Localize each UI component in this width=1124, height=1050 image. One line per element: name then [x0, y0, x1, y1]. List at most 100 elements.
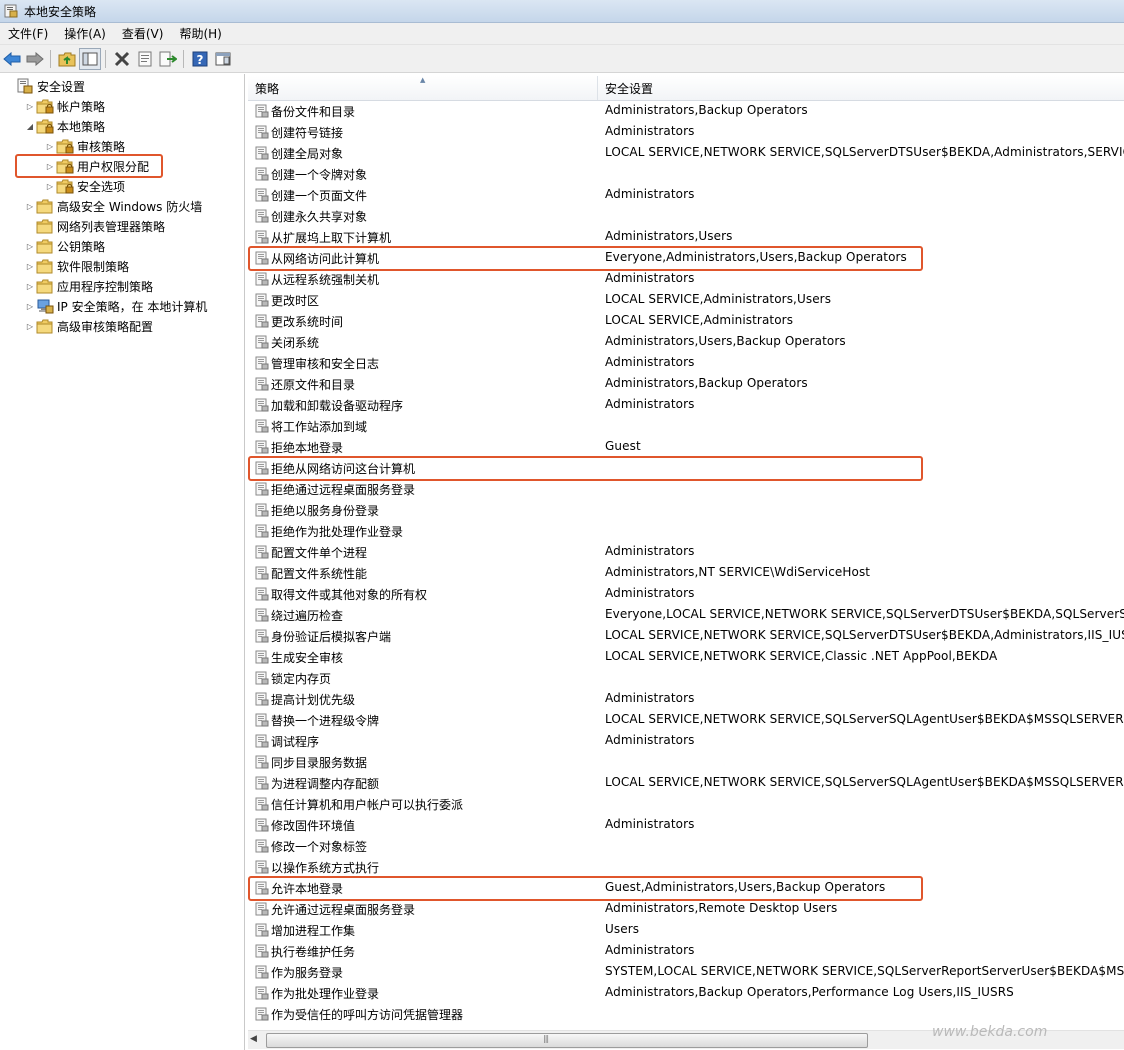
- policy-row[interactable]: 修改固件环境值 Administrators: [248, 815, 1124, 836]
- policy-name: 备份文件和目录: [271, 105, 356, 119]
- expand-arrow-icon[interactable]: ▷: [24, 322, 36, 331]
- up-folder-icon[interactable]: [56, 48, 78, 70]
- scroll-left-icon[interactable]: ◀: [250, 1034, 257, 1044]
- policy-name: 信任计算机和用户帐户可以执行委派: [271, 798, 464, 812]
- policy-row[interactable]: 同步目录服务数据: [248, 752, 1124, 773]
- policy-row[interactable]: 允许本地登录 Guest,Administrators,Users,Backup …: [248, 878, 1124, 899]
- tree-item[interactable]: 网络列表管理器策略: [24, 216, 165, 236]
- policy-row[interactable]: 将工作站添加到域: [248, 416, 1124, 437]
- policy-row[interactable]: 从扩展坞上取下计算机 Administrators,Users: [248, 227, 1124, 248]
- back-icon[interactable]: [1, 48, 23, 70]
- help-icon[interactable]: ?: [189, 48, 211, 70]
- policy-row[interactable]: 更改系统时间 LOCAL SERVICE,Administrators: [248, 311, 1124, 332]
- tree-item[interactable]: ▷ 安全选项: [44, 176, 125, 196]
- policy-row[interactable]: 取得文件或其他对象的所有权 Administrators: [248, 584, 1124, 605]
- policy-row[interactable]: 拒绝以服务身份登录: [248, 500, 1124, 521]
- policy-item-icon: [255, 734, 269, 748]
- menu-action[interactable]: 操作(A): [56, 25, 114, 42]
- policy-row[interactable]: 修改一个对象标签: [248, 836, 1124, 857]
- ip-security-icon: [36, 298, 54, 314]
- tree-item[interactable]: ▷ 应用程序控制策略: [24, 276, 153, 296]
- expand-arrow-icon[interactable]: ▷: [24, 102, 36, 111]
- tree-item-label: 审核策略: [77, 139, 126, 154]
- expand-arrow-icon[interactable]: ▷: [24, 202, 36, 211]
- policy-item-icon: [255, 398, 269, 412]
- policy-row[interactable]: 以操作系统方式执行: [248, 857, 1124, 878]
- policy-row[interactable]: 替换一个进程级令牌 LOCAL SERVICE,NETWORK SERVICE,S…: [248, 710, 1124, 731]
- policy-item-icon: [255, 860, 269, 874]
- policy-row[interactable]: 配置文件单个进程 Administrators: [248, 542, 1124, 563]
- export-icon[interactable]: [157, 48, 179, 70]
- forward-icon[interactable]: [24, 48, 46, 70]
- policy-row[interactable]: 锁定内存页: [248, 668, 1124, 689]
- policy-row[interactable]: 生成安全审核 LOCAL SERVICE,NETWORK SERVICE,Clas…: [248, 647, 1124, 668]
- policy-row[interactable]: 创建符号链接 Administrators: [248, 122, 1124, 143]
- policy-setting-value: Administrators: [605, 187, 695, 201]
- policy-item-icon: [255, 377, 269, 391]
- tree-item[interactable]: ▷ 高级审核策略配置: [24, 316, 153, 336]
- menu-help[interactable]: 帮助(H): [171, 25, 229, 42]
- policy-row[interactable]: 为进程调整内存配额 LOCAL SERVICE,NETWORK SERVICE,S…: [248, 773, 1124, 794]
- policy-row[interactable]: 作为批处理作业登录 Administrators,Backup Operators…: [248, 983, 1124, 1004]
- policy-row[interactable]: 创建永久共享对象: [248, 206, 1124, 227]
- policy-setting-value: LOCAL SERVICE,NETWORK SERVICE,SQLServerD…: [605, 145, 1124, 159]
- policy-row[interactable]: 创建全局对象 LOCAL SERVICE,NETWORK SERVICE,SQLS…: [248, 143, 1124, 164]
- expand-arrow-icon[interactable]: ▷: [44, 142, 56, 151]
- policy-row[interactable]: 从远程系统强制关机 Administrators: [248, 269, 1124, 290]
- expand-arrow-icon[interactable]: ▷: [44, 162, 56, 171]
- tree-item[interactable]: ▷ 审核策略: [44, 136, 125, 156]
- policy-row[interactable]: 调试程序 Administrators: [248, 731, 1124, 752]
- tree-item[interactable]: 安全设置: [4, 76, 85, 96]
- policy-row[interactable]: 绕过遍历检查 Everyone,LOCAL SERVICE,NETWORK SER…: [248, 605, 1124, 626]
- tree-item[interactable]: ▷ 高级安全 Windows 防火墙: [24, 196, 202, 216]
- folder-icon: [36, 278, 54, 294]
- tree-item[interactable]: ▷ IP 安全策略，在 本地计算机: [24, 296, 207, 316]
- scrollbar-thumb[interactable]: [266, 1033, 868, 1048]
- tree-item[interactable]: ▷ 软件限制策略: [24, 256, 129, 276]
- policy-row[interactable]: 还原文件和目录 Administrators,Backup Operators: [248, 374, 1124, 395]
- policy-name: 同步目录服务数据: [271, 756, 368, 770]
- expand-arrow-icon[interactable]: ▷: [24, 262, 36, 271]
- expand-arrow-icon[interactable]: ▷: [24, 242, 36, 251]
- policy-row[interactable]: 备份文件和目录 Administrators,Backup Operators: [248, 101, 1124, 122]
- policy-row[interactable]: 更改时区 LOCAL SERVICE,Administrators,Users: [248, 290, 1124, 311]
- policy-row[interactable]: 身份验证后模拟客户端 LOCAL SERVICE,NETWORK SERVICE,…: [248, 626, 1124, 647]
- menu-file[interactable]: 文件(F): [0, 25, 56, 42]
- collapse-arrow-icon[interactable]: ◢: [24, 122, 36, 131]
- policy-row[interactable]: 作为受信任的呼叫方访问凭据管理器: [248, 1004, 1124, 1025]
- policy-row[interactable]: 执行卷维护任务 Administrators: [248, 941, 1124, 962]
- policy-row[interactable]: 增加进程工作集 Users: [248, 920, 1124, 941]
- show-hide-tree-icon[interactable]: [79, 47, 101, 70]
- toolbar-separator: [50, 49, 51, 68]
- tree-item[interactable]: ◢ 本地策略: [24, 116, 105, 136]
- policy-row[interactable]: 配置文件系统性能 Administrators,NT SERVICE\WdiSer…: [248, 563, 1124, 584]
- policy-row[interactable]: 创建一个令牌对象: [248, 164, 1124, 185]
- expand-arrow-icon[interactable]: ▷: [44, 182, 56, 191]
- policy-row[interactable]: 信任计算机和用户帐户可以执行委派: [248, 794, 1124, 815]
- policy-row[interactable]: 拒绝作为批处理作业登录: [248, 521, 1124, 542]
- policy-setting-value: Administrators: [605, 544, 695, 558]
- delete-icon[interactable]: [111, 48, 133, 70]
- policy-row[interactable]: 管理审核和安全日志 Administrators: [248, 353, 1124, 374]
- policy-row[interactable]: 关闭系统 Administrators,Users,Backup Operator…: [248, 332, 1124, 353]
- policy-row[interactable]: 拒绝通过远程桌面服务登录: [248, 479, 1124, 500]
- console-icon[interactable]: [212, 48, 234, 70]
- tree-item[interactable]: ▷ 用户权限分配: [44, 156, 149, 176]
- policy-row[interactable]: 作为服务登录 SYSTEM,LOCAL SERVICE,NETWORK SERVI…: [248, 962, 1124, 983]
- properties-icon[interactable]: [134, 48, 156, 70]
- policy-row[interactable]: 从网络访问此计算机 Everyone,Administrators,Users,B…: [248, 248, 1124, 269]
- expand-arrow-icon[interactable]: ▷: [24, 282, 36, 291]
- policy-row[interactable]: 允许通过远程桌面服务登录 Administrators,Remote Deskto…: [248, 899, 1124, 920]
- column-header-setting[interactable]: 安全设置: [598, 76, 1124, 100]
- policy-row[interactable]: 加载和卸载设备驱动程序 Administrators: [248, 395, 1124, 416]
- policy-name: 创建全局对象: [271, 147, 344, 161]
- policy-item-icon: [255, 230, 269, 244]
- policy-row[interactable]: 提高计划优先级 Administrators: [248, 689, 1124, 710]
- policy-row[interactable]: 拒绝本地登录 Guest: [248, 437, 1124, 458]
- expand-arrow-icon[interactable]: ▷: [24, 302, 36, 311]
- tree-item[interactable]: ▷ 帐户策略: [24, 96, 105, 116]
- menu-view[interactable]: 查看(V): [114, 25, 172, 42]
- policy-row[interactable]: 拒绝从网络访问这台计算机: [248, 458, 1124, 479]
- policy-row[interactable]: 创建一个页面文件 Administrators: [248, 185, 1124, 206]
- tree-item[interactable]: ▷ 公钥策略: [24, 236, 105, 256]
